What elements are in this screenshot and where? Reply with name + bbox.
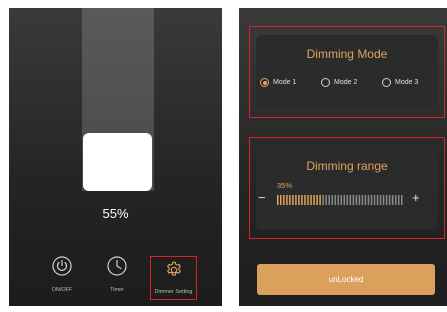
range-tick-filled — [313, 195, 315, 205]
range-tick-empty — [379, 195, 382, 205]
range-tick-empty — [376, 195, 379, 205]
range-tick-empty — [400, 195, 403, 205]
range-tick-empty — [367, 195, 370, 205]
range-tick-empty — [334, 195, 336, 205]
brightness-screen: 55% ON/OFF Timer Dimmer Setting — [9, 8, 222, 306]
range-tick-empty — [382, 195, 385, 205]
range-tick-empty — [397, 195, 400, 205]
mode-1-label: Mode 1 — [273, 79, 297, 86]
dimming-mode-highlight: Dimming Mode Mode 1 Mode 2 Mode 3 — [249, 26, 445, 118]
mode-1-radio[interactable]: Mode 1 — [260, 78, 296, 87]
brightness-slider-knob[interactable] — [83, 133, 152, 191]
range-tick-empty — [331, 195, 333, 205]
range-tick-empty — [337, 195, 339, 205]
nav-dimmer-setting-button[interactable]: Dimmer Setting — [150, 256, 197, 300]
range-tick-filled — [277, 195, 279, 205]
range-tick-filled — [289, 195, 291, 205]
range-tick-empty — [394, 195, 397, 205]
nav-dimmer-setting-label: Dimmer Setting — [154, 289, 193, 295]
dimming-mode-title: Dimming Mode — [306, 47, 388, 61]
increase-button[interactable]: + — [412, 190, 420, 205]
app-screenshot: 55% ON/OFF Timer Dimmer Setting Dimming … — [0, 0, 447, 312]
brightness-percent-label: 55% — [102, 206, 129, 221]
radio-unselected-icon — [382, 78, 391, 87]
clock-icon — [107, 256, 127, 276]
radio-selected-icon — [260, 78, 269, 87]
range-tick-empty — [364, 195, 367, 205]
mode-3-label: Mode 3 — [395, 79, 419, 86]
range-tick-filled — [307, 195, 309, 205]
range-tick-filled — [319, 195, 321, 205]
range-tick-empty — [385, 195, 388, 205]
range-tick-filled — [298, 195, 300, 205]
dimming-range-slider[interactable] — [277, 195, 404, 205]
range-tick-empty — [352, 195, 355, 205]
range-tick-empty — [349, 195, 352, 205]
range-tick-empty — [391, 195, 394, 205]
range-tick-filled — [316, 195, 318, 205]
range-tick-empty — [346, 195, 349, 205]
power-icon — [52, 256, 72, 276]
range-tick-empty — [340, 195, 343, 205]
range-tick-filled — [310, 195, 312, 205]
range-tick-empty — [343, 195, 346, 205]
nav-timer-label: Timer — [110, 287, 124, 293]
range-tick-empty — [325, 195, 327, 205]
range-tick-filled — [283, 195, 285, 205]
mode-2-radio[interactable]: Mode 2 — [321, 78, 357, 87]
range-tick-filled — [292, 195, 294, 205]
dimmer-settings-screen: Dimming Mode Mode 1 Mode 2 Mode 3 Dimmin… — [239, 8, 447, 306]
range-tick-empty — [388, 195, 391, 205]
range-tick-filled — [301, 195, 303, 205]
range-tick-filled — [295, 195, 297, 205]
range-tick-empty — [370, 195, 373, 205]
mode-3-radio[interactable]: Mode 3 — [382, 78, 418, 87]
unlock-button[interactable]: unLocked — [257, 264, 435, 295]
range-tick-filled — [280, 195, 282, 205]
dimming-range-highlight: Dimming range 35% − + — [249, 137, 445, 239]
nav-onoff-button[interactable]: ON/OFF — [37, 256, 87, 293]
gear-icon — [166, 261, 181, 276]
nav-onoff-label: ON/OFF — [51, 287, 73, 293]
dimming-range-card: Dimming range 35% − + — [256, 146, 438, 230]
decrease-button[interactable]: − — [258, 190, 266, 205]
range-tick-filled — [286, 195, 288, 205]
range-tick-empty — [328, 195, 330, 205]
range-tick-empty — [322, 195, 324, 205]
radio-unselected-icon — [321, 78, 330, 87]
range-tick-empty — [361, 195, 364, 205]
range-tick-empty — [355, 195, 358, 205]
range-tick-filled — [304, 195, 306, 205]
dimming-mode-card: Dimming Mode Mode 1 Mode 2 Mode 3 — [256, 35, 438, 109]
range-tick-empty — [373, 195, 376, 205]
nav-timer-button[interactable]: Timer — [92, 256, 142, 293]
dimming-range-value: 35% — [277, 181, 293, 190]
range-tick-empty — [358, 195, 361, 205]
mode-2-label: Mode 2 — [334, 79, 358, 86]
dimming-range-title: Dimming range — [306, 159, 388, 173]
